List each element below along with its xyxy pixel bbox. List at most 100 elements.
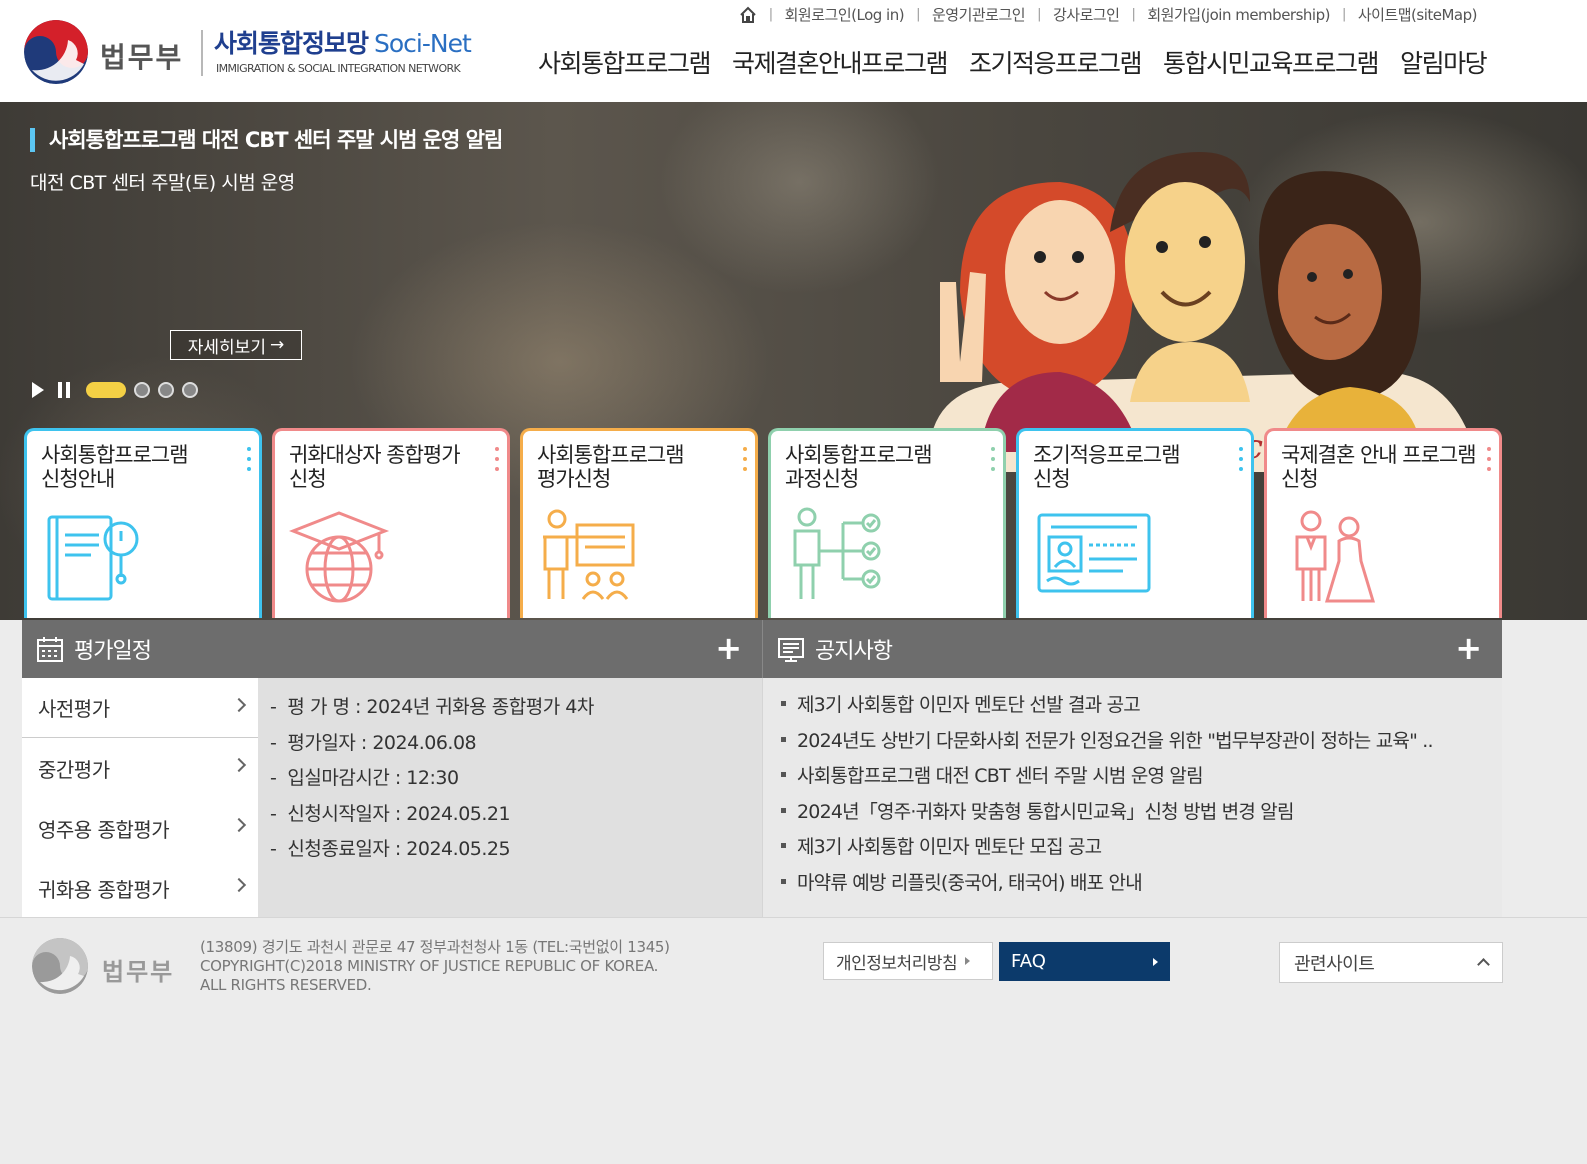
header: 법무부 사회통합정보망 Soci-Net IMMIGRATION & SOCIAL… xyxy=(0,0,1587,102)
card-course-apply[interactable]: 사회통합프로그램 과정신청 xyxy=(768,428,1006,618)
pause-icon[interactable] xyxy=(58,382,70,398)
graduation-globe-icon xyxy=(289,511,390,603)
bullet-icon xyxy=(781,807,786,813)
card-intl-marriage[interactable]: 국제결혼 안내 프로그램 신청 xyxy=(1264,428,1502,618)
logo-divider xyxy=(201,30,203,76)
footer-rights: ALL RIGHTS RESERVED. xyxy=(200,976,372,994)
triangle-right-icon xyxy=(1153,958,1158,966)
tab-label: 영주용 종합평가 xyxy=(38,817,170,842)
schedule-row-entry-deadline: - 입실마감시간 : 12:30 xyxy=(270,767,459,790)
schedule-details: - 평 가 명 : 2024년 귀화용 종합평가 4차 - 평가일자 : 202… xyxy=(258,678,762,918)
schedule-row-date: - 평가일자 : 2024.06.08 xyxy=(270,731,477,754)
sitemap-link[interactable]: 사이트맵(siteMap) xyxy=(1358,4,1478,25)
checklist-person-icon xyxy=(793,507,881,599)
logo-subtitle: IMMIGRATION & SOCIAL INTEGRATION NETWORK xyxy=(216,62,461,75)
nav-notice-board[interactable]: 알림마당 xyxy=(1400,44,1488,80)
schedule-more-plus-icon[interactable]: + xyxy=(715,632,742,664)
footer-emblem-icon xyxy=(32,938,88,994)
notice-header: 공지사항 + xyxy=(762,620,1502,678)
card-title: 조기적응프로그램 신청 xyxy=(1033,443,1181,491)
schedule-header: 평가일정 + xyxy=(22,620,762,678)
tab-mid-evaluation[interactable]: 중간평가 xyxy=(22,738,258,798)
hero-more-button[interactable]: 자세히보기 → xyxy=(170,330,302,360)
book-info-icon xyxy=(47,515,139,601)
related-sites-select[interactable]: 관련사이트 xyxy=(1279,942,1503,983)
notice-item[interactable]: 2024년「영주·귀화자 맞춤형 통합시민교육」신청 방법 변경 알림 xyxy=(781,793,1502,829)
tab-label: 사전평가 xyxy=(38,697,110,721)
notice-list: 제3기 사회통합 이민자 멘토단 선발 결과 공고 2024년도 상반기 다문화… xyxy=(762,678,1502,918)
login-link[interactable]: 회원로그인(Log in) xyxy=(785,4,905,25)
chevron-right-icon xyxy=(231,877,247,893)
notice-item-text: 마약류 예방 리플릿(중국어, 태국어) 배포 안내 xyxy=(797,871,1143,894)
nav-civic-education[interactable]: 통합시민교육프로그램 xyxy=(1163,44,1380,80)
tab-naturalization-evaluation[interactable]: 귀화용 종합평가 xyxy=(22,858,258,918)
hero-subtitle: 대전 CBT 센터 주말(토) 시범 운영 xyxy=(30,172,295,194)
notice-item-text: 제3기 사회통합 이민자 멘토단 선발 결과 공고 xyxy=(797,694,1141,717)
slide-dot-2[interactable] xyxy=(134,382,150,398)
hero-title[interactable]: 사회통합프로그램 대전 CBT 센터 주말 시범 운영 알림 xyxy=(30,128,503,152)
bullet-icon xyxy=(781,878,786,884)
chevron-up-icon xyxy=(1477,958,1490,971)
tab-pre-evaluation[interactable]: 사전평가 xyxy=(22,678,258,738)
taegeuk-emblem-icon[interactable] xyxy=(24,20,88,84)
card-program-guide[interactable]: 사회통합프로그램 신청안내 xyxy=(24,428,262,618)
join-link[interactable]: 회원가입(join membership) xyxy=(1147,4,1330,25)
notice-item[interactable]: 사회통합프로그램 대전 CBT 센터 주말 시범 운영 알림 xyxy=(781,757,1502,793)
card-naturalization-eval[interactable]: 귀화대상자 종합평가 신청 xyxy=(272,428,510,618)
site-logo-title[interactable]: 사회통합정보망 Soci-Net xyxy=(214,24,472,60)
kebab-icon[interactable] xyxy=(743,447,747,471)
org-login-link[interactable]: 운영기관로그인 xyxy=(932,4,1026,25)
notice-item[interactable]: 마약류 예방 리플릿(중국어, 태국어) 배포 안내 xyxy=(781,864,1502,900)
tab-residency-evaluation[interactable]: 영주용 종합평가 xyxy=(22,798,258,858)
footer-ministry-text: 법무부 xyxy=(102,958,175,986)
privacy-policy-button[interactable]: 개인정보처리방침 xyxy=(823,942,993,980)
faq-button[interactable]: FAQ xyxy=(999,942,1170,981)
util-separator: | xyxy=(1037,7,1041,22)
notice-title: 공지사항 xyxy=(815,639,893,664)
nav-intl-marriage[interactable]: 국제결혼안내프로그램 xyxy=(732,44,949,80)
notice-more-plus-icon[interactable]: + xyxy=(1455,632,1482,664)
notice-item[interactable]: 제3기 사회통합 이민자 멘토단 선발 결과 공고 xyxy=(781,686,1502,722)
notice-item[interactable]: 2024년도 상반기 다문화사회 전문가 인정요건을 위한 "법무부장관이 정하… xyxy=(781,722,1502,758)
slide-controls xyxy=(32,382,198,398)
card-title: 사회통합프로그램 평가신청 xyxy=(537,443,685,491)
util-separator: | xyxy=(916,7,920,22)
tab-label: 중간평가 xyxy=(38,757,110,782)
home-icon[interactable] xyxy=(739,6,757,24)
id-card-icon xyxy=(1037,513,1151,593)
chevron-right-icon xyxy=(231,697,247,713)
schedule-row-apply-start: - 신청시작일자 : 2024.05.21 xyxy=(270,802,511,825)
util-separator: | xyxy=(1341,7,1346,22)
faq-label: FAQ xyxy=(1011,951,1046,972)
slide-dot-4[interactable] xyxy=(182,382,198,398)
schedule-row-apply-end: - 신청종료일자 : 2024.05.25 xyxy=(270,838,511,861)
nav-early-adaptation[interactable]: 조기적응프로그램 xyxy=(969,44,1143,80)
instructor-login-link[interactable]: 강사로그인 xyxy=(1053,4,1120,25)
schedule-title: 평가일정 xyxy=(74,639,152,664)
footer-info: (13809) 경기도 과천시 관문로 47 정부과천청사 1동 (TEL:국번… xyxy=(200,938,670,995)
tab-label: 귀화용 종합평가 xyxy=(38,877,170,902)
card-evaluation-apply[interactable]: 사회통합프로그램 평가신청 xyxy=(520,428,758,618)
kebab-icon[interactable] xyxy=(1487,447,1491,471)
kebab-icon[interactable] xyxy=(1239,447,1243,471)
logo-ministry-text[interactable]: 법무부 xyxy=(100,36,183,76)
notice-item-text: 2024년「영주·귀화자 맞춤형 통합시민교육」신청 방법 변경 알림 xyxy=(797,800,1294,823)
card-early-adaptation[interactable]: 조기적응프로그램 신청 xyxy=(1016,428,1254,618)
slide-dot-1[interactable] xyxy=(86,382,126,398)
logo-title-en: Soci-Net xyxy=(374,29,472,58)
kebab-icon[interactable] xyxy=(247,447,251,471)
monitor-board-icon xyxy=(778,638,804,662)
bullet-icon xyxy=(781,772,786,778)
schedule-tabs: 사전평가 중간평가 영주용 종합평가 귀화용 종합평가 xyxy=(22,678,258,918)
notice-item-text: 제3기 사회통합 이민자 멘토단 모집 공고 xyxy=(797,836,1102,859)
kebab-icon[interactable] xyxy=(991,447,995,471)
slide-dot-3[interactable] xyxy=(158,382,174,398)
notice-item[interactable]: 제3기 사회통합 이민자 멘토단 모집 공고 xyxy=(781,828,1502,864)
nav-social-integration[interactable]: 사회통합프로그램 xyxy=(538,44,712,80)
play-icon[interactable] xyxy=(32,382,44,398)
util-separator: | xyxy=(1131,7,1136,22)
privacy-policy-label: 개인정보처리방침 xyxy=(836,953,958,974)
kebab-icon[interactable] xyxy=(495,447,499,471)
card-title: 국제결혼 안내 프로그램 신청 xyxy=(1281,443,1477,491)
calendar-icon xyxy=(37,637,63,662)
